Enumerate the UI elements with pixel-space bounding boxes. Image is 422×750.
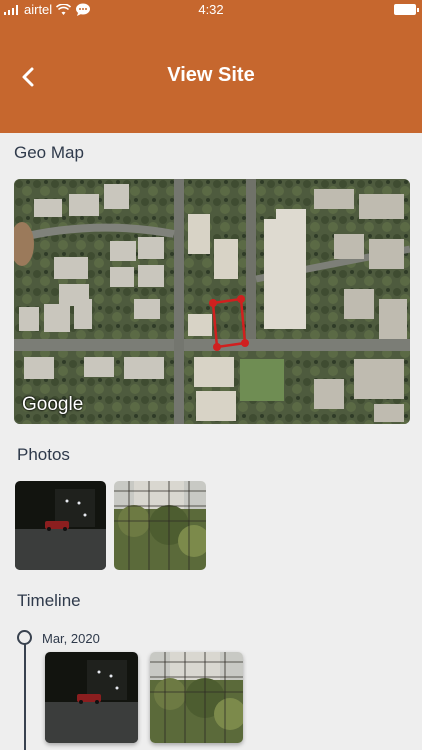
fence-trees-photo — [150, 652, 243, 743]
section-title-geo-map: Geo Map — [14, 143, 84, 162]
app-header: airtel 4:32 View Site — [0, 0, 422, 133]
fence-trees-photo — [114, 481, 206, 570]
night-parking-photo — [15, 481, 106, 570]
timeline-date: Mar, 2020 — [42, 631, 100, 646]
photo-thumbnail-night[interactable] — [15, 481, 106, 570]
section-title-photos: Photos — [17, 445, 70, 464]
geo-map[interactable]: Google — [14, 179, 410, 424]
page-title: View Site — [167, 64, 255, 86]
section-title-timeline: Timeline — [17, 591, 81, 610]
satellite-map-image — [14, 179, 410, 424]
timeline-line — [24, 644, 26, 750]
night-parking-photo — [45, 652, 138, 743]
battery-icon — [394, 4, 419, 15]
photo-thumbnail-fence[interactable] — [114, 481, 206, 570]
timeline-photo-night[interactable] — [45, 652, 138, 743]
timeline-photo-fence[interactable] — [150, 652, 243, 743]
timeline-dot — [17, 630, 32, 645]
status-time: 4:32 — [198, 2, 224, 17]
google-logo: Google — [22, 394, 84, 415]
status-bar: airtel 4:32 — [0, 0, 422, 20]
